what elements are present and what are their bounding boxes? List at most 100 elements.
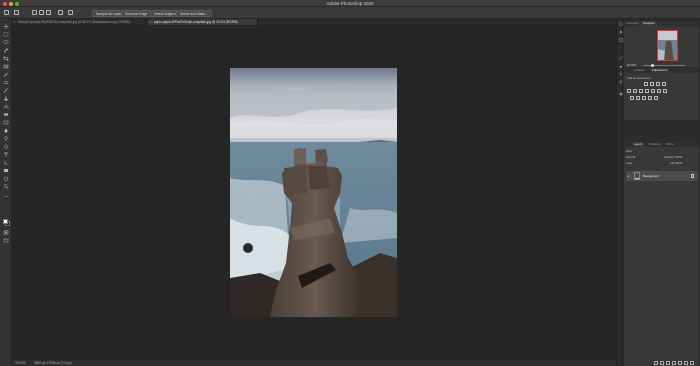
blend-mode-select[interactable]: Normal — [626, 155, 635, 159]
character-icon[interactable] — [619, 72, 623, 76]
gradient-map-icon[interactable] — [648, 96, 652, 100]
tab-navigator[interactable]: Navigator — [641, 21, 657, 26]
selective-color-icon[interactable] — [654, 96, 658, 100]
channel-mixer-icon[interactable] — [657, 89, 661, 93]
tab-histogram[interactable]: Histogram — [624, 21, 641, 26]
black-white-icon[interactable] — [645, 89, 649, 93]
link-layers-icon[interactable] — [654, 360, 658, 365]
gradient-tool-icon[interactable] — [3, 120, 9, 125]
navigator-panel-tabs: Histogram Navigator — [624, 21, 699, 26]
layer-kind-filter[interactable]: Kind — [626, 149, 632, 153]
vibrance-icon[interactable] — [627, 89, 631, 93]
edit-toolbar-icon[interactable] — [3, 194, 9, 199]
pen-tool-icon[interactable] — [3, 144, 9, 149]
tab-label: thought-npuskp-Wy5R4Dl2o-unsplash.jpg @ … — [18, 20, 130, 24]
new-layer-icon[interactable] — [684, 360, 688, 365]
lasso-tool-icon[interactable] — [3, 40, 9, 45]
select-and-mask-button[interactable]: Select and Mask... — [176, 9, 212, 17]
paragraph-icon[interactable] — [619, 80, 623, 84]
play-actions-icon[interactable] — [619, 30, 623, 34]
tools-panel — [0, 19, 12, 366]
tab-layers[interactable]: Layers — [632, 142, 645, 147]
navigator-panel: Histogram Navigator 33.33% — [624, 21, 699, 67]
move-tool-icon[interactable] — [3, 24, 9, 29]
delete-layer-icon[interactable] — [690, 360, 694, 365]
layer-name[interactable]: Background — [643, 171, 659, 181]
status-zoom[interactable]: 33.33% — [15, 360, 26, 366]
navigator-zoom-slider[interactable] — [643, 65, 685, 66]
opacity-field[interactable]: Opacity: 100% — [664, 155, 682, 160]
history-brush-tool-icon[interactable] — [3, 104, 9, 109]
brushes-icon[interactable] — [618, 56, 623, 60]
frame-tool-icon[interactable] — [3, 64, 9, 69]
options-bar: Sample All Layers Enhance Edge Select Su… — [0, 7, 700, 19]
invert-icon[interactable] — [630, 96, 634, 100]
layers-panel: Layers Channels Paths Kind Normal Opacit… — [624, 142, 699, 366]
rectangle-tool-icon[interactable] — [3, 168, 9, 173]
hue-saturation-icon[interactable] — [633, 89, 637, 93]
add-mask-icon[interactable] — [666, 360, 670, 365]
history-icon[interactable] — [618, 22, 623, 26]
eraser-tool-icon[interactable] — [3, 112, 9, 117]
curves-icon[interactable] — [656, 82, 660, 86]
quick-selection-tool-icon[interactable] — [14, 10, 19, 15]
screen-mode-icon[interactable] — [3, 238, 9, 243]
blur-tool-icon[interactable] — [3, 128, 9, 133]
color-lookup-icon[interactable] — [663, 89, 667, 93]
app-title: Adobe Photoshop 2020 — [326, 1, 374, 6]
tab-adjustments[interactable]: Adjustments — [650, 68, 670, 73]
brightness-contrast-icon[interactable] — [644, 82, 648, 86]
fill-field[interactable]: Fill: 100% — [670, 161, 682, 166]
clone-source-icon[interactable] — [619, 64, 623, 68]
add-to-selection-icon[interactable] — [39, 10, 44, 15]
new-group-icon[interactable] — [678, 360, 682, 365]
posterize-icon[interactable] — [636, 96, 640, 100]
photo-filter-icon[interactable] — [651, 89, 655, 93]
type-tool-icon[interactable] — [3, 152, 9, 157]
hand-tool-icon[interactable] — [3, 176, 9, 181]
navigator-zoom-value[interactable]: 33.33% — [627, 63, 637, 67]
home-icon[interactable] — [4, 10, 9, 15]
navigator-zoom-knob[interactable] — [651, 63, 654, 67]
quick-selection-tool-icon[interactable] — [3, 48, 9, 53]
eyedropper-tool-icon[interactable] — [3, 72, 9, 77]
status-doc-info[interactable]: 3840 px x 5760 px (72 ppi) — [34, 360, 72, 366]
lock-icon[interactable] — [691, 174, 694, 178]
properties-icon[interactable] — [618, 38, 623, 42]
color-balance-icon[interactable] — [639, 89, 643, 93]
path-selection-tool-icon[interactable] — [3, 160, 9, 165]
adjustments-panel-tabs: Libraries Adjustments — [624, 68, 699, 73]
tab-paths[interactable]: Paths — [664, 142, 675, 147]
layer-style-icon[interactable] — [660, 360, 664, 365]
clone-stamp-tool-icon[interactable] — [3, 96, 9, 101]
crop-tool-icon[interactable] — [3, 56, 9, 61]
right-panels: Histogram Navigator 33.33% Libraries Adj… — [623, 19, 700, 366]
tab-libraries[interactable]: Libraries — [632, 68, 647, 73]
quick-mask-icon[interactable] — [3, 230, 9, 235]
canvas-area[interactable] — [12, 25, 616, 359]
foreground-color-swatch[interactable] — [2, 219, 8, 224]
enhance-edge-checkbox[interactable]: Enhance Edge — [121, 9, 152, 17]
new-adjustment-layer-icon[interactable] — [672, 360, 676, 365]
layer-thumbnail — [634, 172, 640, 180]
navigator-thumbnail[interactable] — [657, 30, 678, 61]
exposure-icon[interactable] — [662, 82, 666, 86]
dodge-tool-icon[interactable] — [3, 136, 9, 141]
zoom-tool-icon[interactable] — [3, 184, 9, 189]
healing-brush-tool-icon[interactable] — [3, 80, 9, 85]
document-image[interactable] — [230, 68, 397, 317]
threshold-icon[interactable] — [642, 96, 646, 100]
lock-label: Lock: — [626, 161, 633, 165]
subtract-from-selection-icon[interactable] — [46, 10, 51, 15]
color-icon[interactable] — [619, 92, 623, 96]
marquee-tool-icon[interactable] — [3, 32, 9, 37]
layer-row[interactable]: ● Background — [626, 171, 697, 181]
brush-tool-icon[interactable] — [3, 88, 9, 93]
levels-icon[interactable] — [650, 82, 654, 86]
visibility-eye-icon[interactable]: ● — [628, 174, 630, 178]
angle-icon[interactable] — [68, 10, 73, 15]
lock-fill-row: Lock: Fill: 100% — [626, 161, 697, 166]
new-selection-icon[interactable] — [32, 10, 37, 15]
tab-channels[interactable]: Channels — [647, 142, 663, 147]
brush-options-icon[interactable] — [58, 10, 63, 15]
